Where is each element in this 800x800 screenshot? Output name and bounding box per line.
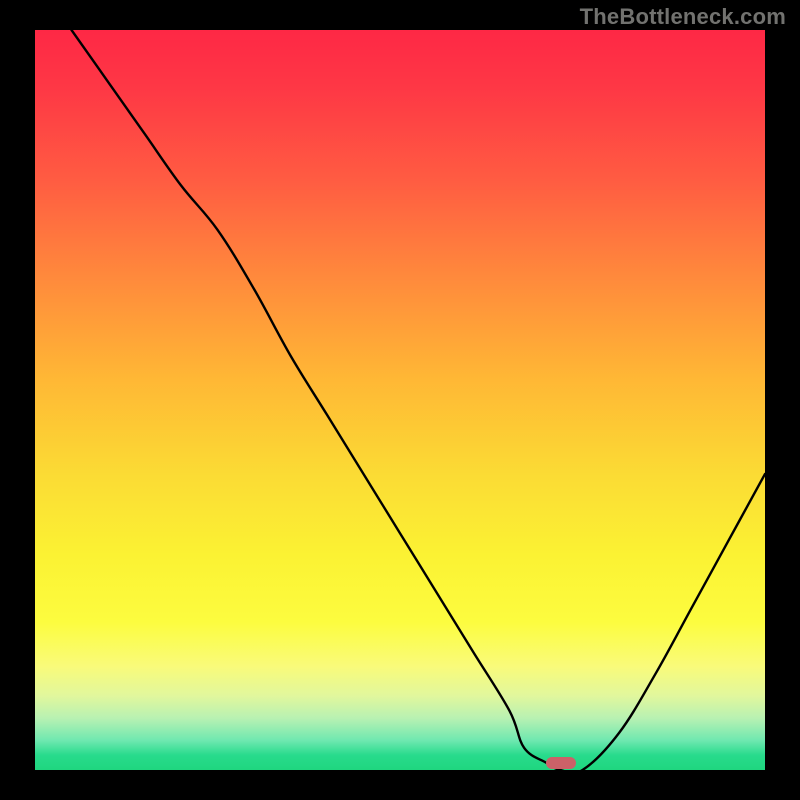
chart-frame: TheBottleneck.com [0,0,800,800]
plot-area [35,30,765,770]
watermark-text: TheBottleneck.com [580,4,786,30]
optimal-marker [546,757,576,769]
bottleneck-curve [35,30,765,770]
